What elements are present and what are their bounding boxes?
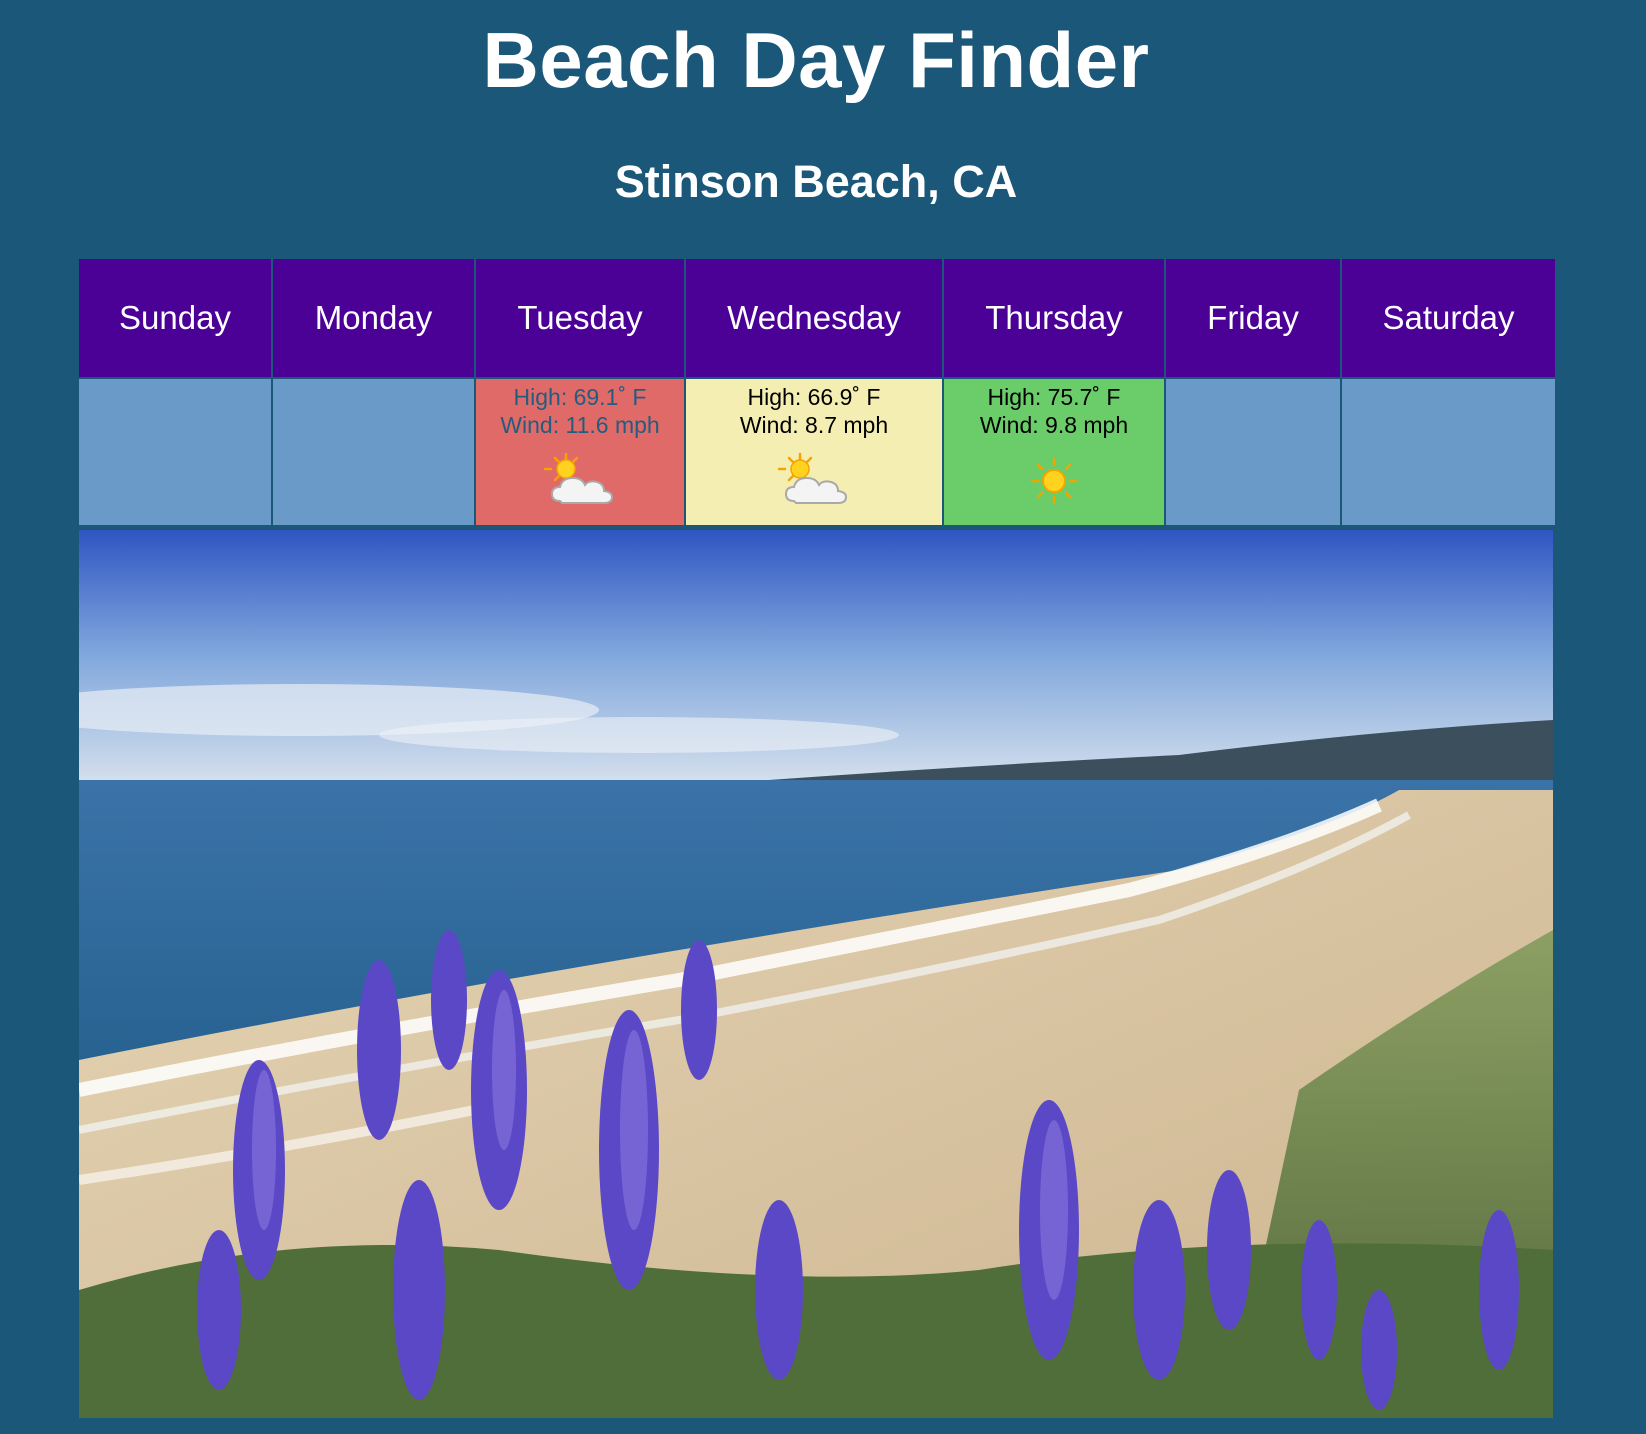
high-temp: High: 69.1˚ F — [513, 384, 647, 410]
forecast-cell-wednesday: High: 66.9˚ F Wind: 8.7 mph — [684, 377, 944, 527]
forecast-cell-monday — [271, 377, 476, 527]
beach-hero-image — [79, 530, 1553, 1418]
forecast-cell-thursday: High: 75.7˚ F Wind: 9.8 mph — [942, 377, 1166, 527]
page-title: Beach Day Finder — [482, 16, 1150, 104]
forecast-cell-tuesday: High: 69.1˚ F Wind: 11.6 mph — [474, 377, 686, 527]
partly-cloudy-icon — [777, 452, 848, 504]
day-header-saturday: Saturday — [1340, 257, 1557, 379]
day-header-sunday: Sunday — [77, 257, 273, 379]
day-header-friday: Friday — [1164, 257, 1342, 379]
wind-speed: Wind: 8.7 mph — [739, 412, 889, 438]
day-header-wednesday: Wednesday — [684, 257, 944, 379]
forecast-cell-saturday — [1340, 377, 1557, 527]
day-header-monday: Monday — [271, 257, 476, 379]
location-heading: Stinson Beach, CA — [614, 156, 1018, 207]
sun-icon — [1030, 457, 1078, 505]
forecast-table: Sunday Monday Tuesday Wednesday Thursday… — [77, 257, 1557, 527]
day-header-row: Sunday Monday Tuesday Wednesday Thursday… — [77, 257, 1557, 379]
forecast-row: High: 69.1˚ F Wind: 11.6 mph High: 66.9˚… — [77, 377, 1557, 527]
day-header-tuesday: Tuesday — [474, 257, 686, 379]
partly-cloudy-icon — [543, 452, 614, 504]
high-temp: High: 66.9˚ F — [747, 384, 881, 410]
beach-photo — [79, 530, 1553, 1418]
high-temp: High: 75.7˚ F — [987, 384, 1121, 410]
forecast-cell-sunday — [77, 377, 273, 527]
forecast-cell-friday — [1164, 377, 1342, 527]
wind-speed: Wind: 9.8 mph — [979, 412, 1129, 438]
day-header-thursday: Thursday — [942, 257, 1166, 379]
wind-speed: Wind: 11.6 mph — [500, 412, 660, 438]
